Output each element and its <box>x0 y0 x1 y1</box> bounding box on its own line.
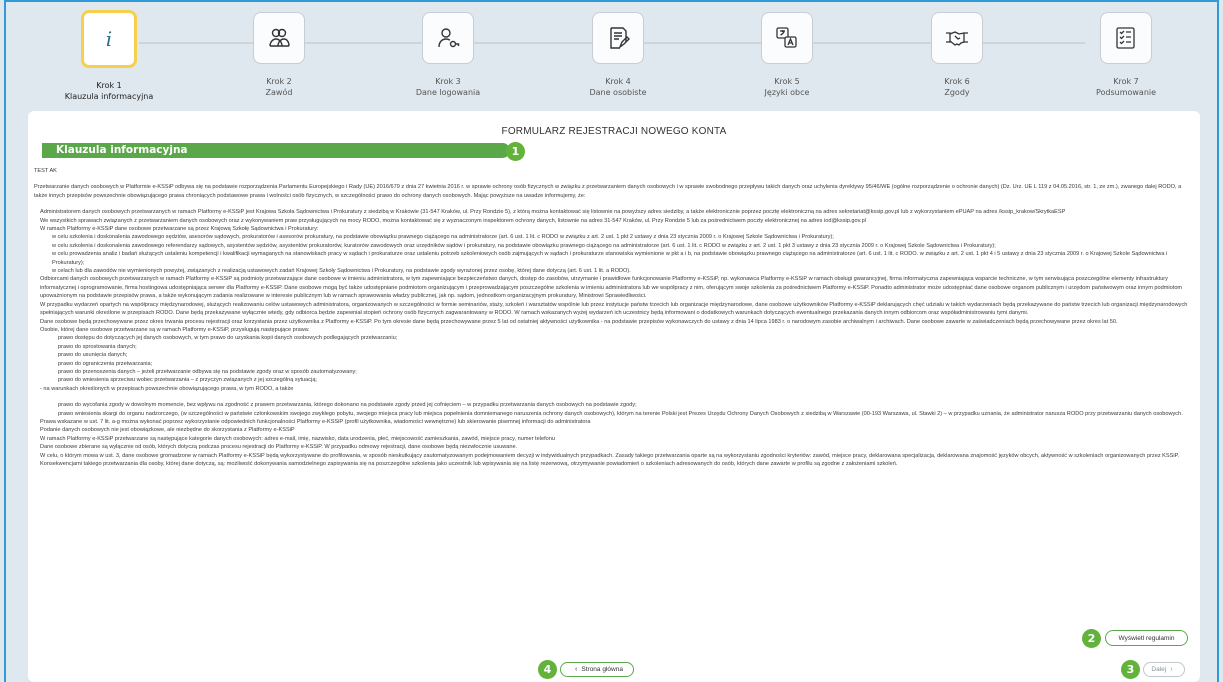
home-page-button[interactable]: ‹ Strona główna <box>560 662 634 677</box>
handshake-icon <box>931 12 983 64</box>
clause-paragraph: Dane osobowe zbierane są wyłącznie od os… <box>40 444 518 451</box>
step-number: Krok 3 <box>435 77 461 86</box>
window-frame-left <box>4 0 6 682</box>
step-number: Krok 6 <box>944 77 970 86</box>
clause-paragraph: prawo do ograniczenia przetwarzania; <box>58 360 153 367</box>
clause-paragraph: prawo do wniesienia sprzeciwu wobec prze… <box>58 377 317 384</box>
step-7-summary[interactable]: Krok 7 Podsumowanie <box>1051 6 1201 98</box>
registration-card: FORMULARZ REJESTRACJI NOWEGO KONTA Klauz… <box>28 111 1200 682</box>
next-button[interactable]: Dalej › <box>1143 662 1185 677</box>
step-title: Zawód <box>265 88 293 97</box>
users-icon <box>253 12 305 64</box>
clause-paragraph: w celu szkolenia i doskonalenia zawodowe… <box>52 234 834 241</box>
step-4-personal[interactable]: Krok 4 Dane osobiste <box>543 6 693 98</box>
clause-paragraph: Administratorem danych osobowych przetwa… <box>40 209 1066 216</box>
information-clause: TEST AK Przetwarzanie danych osobowych w… <box>34 167 1194 468</box>
clause-paragraph: Osobie, której dane osobowe przetwarzane… <box>40 326 310 333</box>
step-title: Podsumowanie <box>1095 88 1157 97</box>
clause-paragraph: w celu szkolenia i doskonalenia zawodowe… <box>52 242 996 249</box>
step-title: Dane logowania <box>415 88 481 97</box>
form-title: FORMULARZ REJESTRACJI NOWEGO KONTA <box>501 126 727 137</box>
translate-icon <box>761 12 813 64</box>
chevron-left-icon: ‹ <box>575 666 578 673</box>
svg-text:i: i <box>106 27 112 51</box>
step-title: Języki obce <box>764 88 810 97</box>
registration-stepper: i Krok 1 Klauzula informacyjna Krok 2 Zawó… <box>14 6 1210 110</box>
step-title: Klauzula informacyjna <box>64 92 154 101</box>
clause-paragraph: Przetwarzanie danych osobowych w Platfor… <box>34 184 1182 199</box>
clause-paragraph: prawo do usunięcia danych; <box>58 352 128 359</box>
step-badge-1: 1 <box>506 142 525 161</box>
step-1-info[interactable]: i Krok 1 Klauzula informacyjna <box>34 6 184 102</box>
step-number: Krok 1 <box>96 81 122 90</box>
step-5-languages[interactable]: Krok 5 Języki obce <box>712 6 862 98</box>
edit-document-icon <box>592 12 644 64</box>
step-6-consents[interactable]: Krok 6 Zgody <box>882 6 1032 98</box>
user-key-icon <box>422 12 474 64</box>
clause-paragraph: Dane osobowe będą przechowywane przez ok… <box>40 318 1118 325</box>
clause-paragraph: - na warunkach określonych w przepisach … <box>40 385 294 392</box>
clause-paragraph: prawo do sprostowania danych; <box>58 343 137 350</box>
step-badge-4: 4 <box>538 660 557 679</box>
clause-paragraph: We wszystkich sprawach związanych z prze… <box>40 217 866 224</box>
step-number: Krok 5 <box>774 77 800 86</box>
step-3-login[interactable]: Krok 3 Dane logowania <box>373 6 523 98</box>
clause-paragraph: W celu, o którym mowa w ust. 3, dane oso… <box>40 452 1180 467</box>
clause-paragraph: W ramach Platformy e-KSSiP przetwarzane … <box>40 435 555 442</box>
clause-paragraph: w celach lub dla zawodów nie wymienionyc… <box>52 268 631 275</box>
section-header: Klauzula informacyjna <box>42 143 510 158</box>
step-title: Dane osobiste <box>589 88 647 97</box>
clause-paragraph: w celu prowadzenia analiz i badań służąc… <box>52 251 1168 266</box>
clause-paragraph: prawo wniesienia skargi do organu nadzor… <box>58 410 1183 417</box>
checklist-icon <box>1100 12 1152 64</box>
test-label: TEST AK <box>34 168 57 174</box>
chevron-right-icon: › <box>1170 666 1173 673</box>
info-icon: i <box>81 10 137 68</box>
clause-paragraph: W przypadku wydarzeń opartych na współpr… <box>40 301 1188 317</box>
clause-paragraph: Podanie danych osobowych nie jest obowią… <box>40 427 295 434</box>
step-2-profession[interactable]: Krok 2 Zawód <box>204 6 354 98</box>
clause-text: Przetwarzanie danych osobowych w Platfor… <box>34 183 1194 468</box>
clause-paragraph: prawo do wycofania zgody w dowolnym mome… <box>58 402 637 409</box>
clause-paragraph: W ramach Platformy e-KSSiP dane osobowe … <box>40 226 319 233</box>
step-badge-3: 3 <box>1121 660 1140 679</box>
step-number: Krok 4 <box>605 77 631 86</box>
step-number: Krok 2 <box>266 77 292 86</box>
home-page-label: Strona główna <box>581 666 623 673</box>
step-badge-2: 2 <box>1082 629 1101 648</box>
step-number: Krok 7 <box>1113 77 1139 86</box>
window-frame-right <box>1217 0 1219 682</box>
clause-paragraph: Prawa wskazane w ust. 7 lit. a-g można w… <box>40 418 591 425</box>
show-regulations-label: Wyświetl regulamin <box>1118 634 1175 642</box>
clause-paragraph: Odbiorcami danych osobowych przetwarzany… <box>40 276 1183 300</box>
clause-paragraph: prawo do przenoszenia danych – jeżeli pr… <box>58 368 357 375</box>
show-regulations-button[interactable]: Wyświetl regulamin <box>1105 630 1188 646</box>
clause-paragraph: prawo dostępu do dotyczących jej danych … <box>58 335 398 342</box>
next-label: Dalej <box>1151 666 1167 673</box>
step-title: Zgody <box>944 88 970 97</box>
